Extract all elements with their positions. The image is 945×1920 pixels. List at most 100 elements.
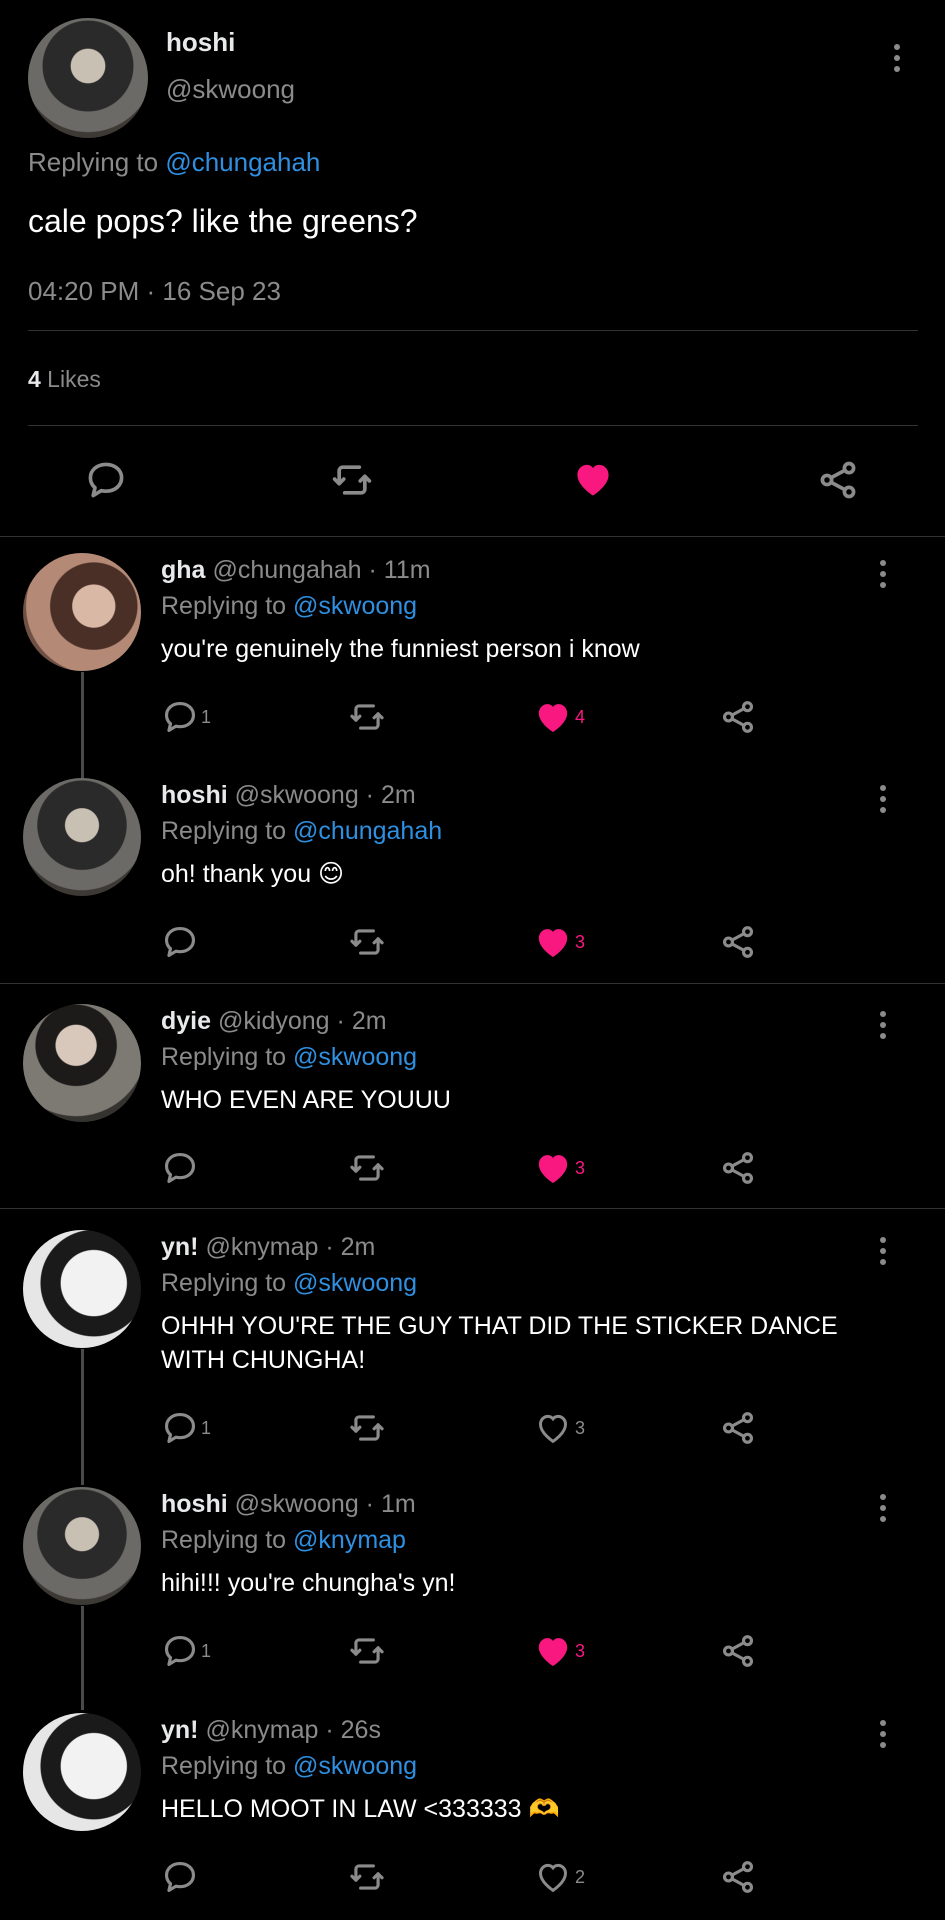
- reply-time[interactable]: 2m: [381, 781, 416, 809]
- share-button[interactable]: [719, 1149, 757, 1187]
- separator: ·: [361, 556, 384, 584]
- share-icon: [719, 1632, 757, 1670]
- reply-time[interactable]: 11m: [384, 556, 431, 584]
- reply-header: dyie @kidyong · 2m: [161, 1007, 387, 1036]
- reply-author-handle[interactable]: @chungahah: [212, 556, 361, 584]
- like-icon: [533, 697, 573, 737]
- share-button[interactable]: [719, 1632, 757, 1670]
- replying-to-prefix: Replying to: [161, 1043, 294, 1071]
- replying-to: Replying to @chungahah: [161, 817, 442, 846]
- more-icon[interactable]: [893, 44, 901, 72]
- replying-to-link[interactable]: @skwoong: [293, 1043, 417, 1071]
- retweet-button[interactable]: [348, 1632, 386, 1670]
- reply-avatar[interactable]: [23, 1004, 141, 1122]
- reply-author-name[interactable]: yn!: [161, 1716, 199, 1744]
- reply-icon: [88, 462, 124, 498]
- author-name[interactable]: hoshi: [166, 27, 235, 58]
- reply-author-handle[interactable]: @knymap: [206, 1233, 319, 1261]
- like-button[interactable]: [571, 457, 615, 501]
- reply-button[interactable]: 1: [161, 1409, 211, 1447]
- reply-author-name[interactable]: yn!: [161, 1233, 199, 1261]
- retweet-icon: [348, 1409, 386, 1447]
- reply-author-name[interactable]: dyie: [161, 1007, 211, 1035]
- divider: [0, 1208, 945, 1209]
- more-icon[interactable]: [879, 1720, 887, 1748]
- replying-to-link[interactable]: @chungahah: [165, 147, 320, 177]
- thread-line: [81, 672, 84, 788]
- retweet-button[interactable]: [348, 923, 386, 961]
- like-button[interactable]: 2: [533, 1857, 585, 1897]
- reply-icon: [161, 1858, 199, 1896]
- reply-button[interactable]: [84, 458, 128, 502]
- reply-author-name[interactable]: hoshi: [161, 1490, 228, 1518]
- retweet-button[interactable]: [348, 1858, 386, 1896]
- reply-header: gha @chungahah · 11m: [161, 556, 431, 585]
- reply-author-name[interactable]: hoshi: [161, 781, 228, 809]
- reply-button[interactable]: [161, 923, 201, 961]
- reply-header: yn! @knymap · 2m: [161, 1233, 375, 1262]
- replying-to-link[interactable]: @skwoong: [293, 592, 417, 620]
- like-count: 4: [575, 706, 586, 727]
- share-button[interactable]: [816, 458, 860, 502]
- more-icon[interactable]: [879, 785, 887, 813]
- like-button[interactable]: 3: [533, 922, 585, 962]
- like-count: 2: [575, 1866, 586, 1887]
- reply-time[interactable]: 26s: [341, 1716, 381, 1744]
- replying-to: Replying to @skwoong: [161, 592, 417, 621]
- share-button[interactable]: [719, 1409, 757, 1447]
- replying-to-link[interactable]: @chungahah: [293, 817, 442, 845]
- reply-author-handle[interactable]: @kidyong: [218, 1007, 330, 1035]
- more-icon[interactable]: [879, 1011, 887, 1039]
- more-icon[interactable]: [879, 1237, 887, 1265]
- like-button[interactable]: 3: [533, 1148, 585, 1188]
- retweet-button[interactable]: [348, 1149, 386, 1187]
- reply-text: hihi!!! you're chungha's yn!: [161, 1569, 456, 1597]
- reply-author-handle[interactable]: @skwoong: [235, 1490, 359, 1518]
- author-handle[interactable]: @skwoong: [166, 74, 295, 105]
- reply-count: 1: [201, 1640, 212, 1661]
- reply-avatar[interactable]: [23, 553, 141, 671]
- reply-author-handle[interactable]: @knymap: [206, 1716, 319, 1744]
- reply-time[interactable]: 2m: [352, 1007, 387, 1035]
- tweet-timestamp[interactable]: 04:20 PM · 16 Sep 23: [28, 276, 281, 307]
- reply-avatar[interactable]: [23, 1487, 141, 1605]
- like-button[interactable]: 4: [533, 697, 585, 737]
- retweet-icon: [348, 1632, 386, 1670]
- reply-button[interactable]: [161, 1149, 201, 1187]
- like-count: 3: [575, 931, 586, 952]
- retweet-button[interactable]: [348, 1409, 386, 1447]
- share-button[interactable]: [719, 923, 757, 961]
- more-icon[interactable]: [879, 560, 887, 588]
- reply-avatar[interactable]: [23, 1713, 141, 1831]
- more-icon[interactable]: [879, 1494, 887, 1522]
- reply-author-name[interactable]: gha: [161, 556, 205, 584]
- retweet-button[interactable]: [348, 698, 386, 736]
- retweet-icon: [348, 923, 386, 961]
- reply-avatar[interactable]: [23, 1230, 141, 1348]
- reply-icon: [161, 698, 199, 736]
- reply-author-handle[interactable]: @skwoong: [235, 781, 359, 809]
- reply-time[interactable]: 1m: [381, 1490, 416, 1518]
- replying-to-link[interactable]: @skwoong: [293, 1269, 417, 1297]
- share-button[interactable]: [719, 698, 757, 736]
- reply-time[interactable]: 2m: [341, 1233, 376, 1261]
- replying-to-link[interactable]: @knymap: [293, 1526, 406, 1554]
- author-avatar[interactable]: [28, 18, 148, 138]
- likes-label: Likes: [40, 366, 101, 392]
- retweet-icon: [348, 1149, 386, 1187]
- retweet-button[interactable]: [330, 458, 374, 502]
- share-icon: [719, 1409, 757, 1447]
- reply-button[interactable]: 1: [161, 1632, 211, 1670]
- reply-button[interactable]: [161, 1858, 201, 1896]
- likes-summary[interactable]: 4 Likes: [28, 366, 101, 393]
- replying-to-link[interactable]: @skwoong: [293, 1752, 417, 1780]
- like-button[interactable]: 3: [533, 1408, 585, 1448]
- like-button[interactable]: 3: [533, 1631, 585, 1671]
- reply-avatar[interactable]: [23, 778, 141, 896]
- tweet-date: 16 Sep 23: [162, 276, 281, 306]
- reply-icon: [161, 1409, 199, 1447]
- replying-to-prefix: Replying to: [161, 592, 294, 620]
- replying-to-prefix: Replying to: [161, 1752, 294, 1780]
- reply-button[interactable]: 1: [161, 698, 211, 736]
- share-button[interactable]: [719, 1858, 757, 1896]
